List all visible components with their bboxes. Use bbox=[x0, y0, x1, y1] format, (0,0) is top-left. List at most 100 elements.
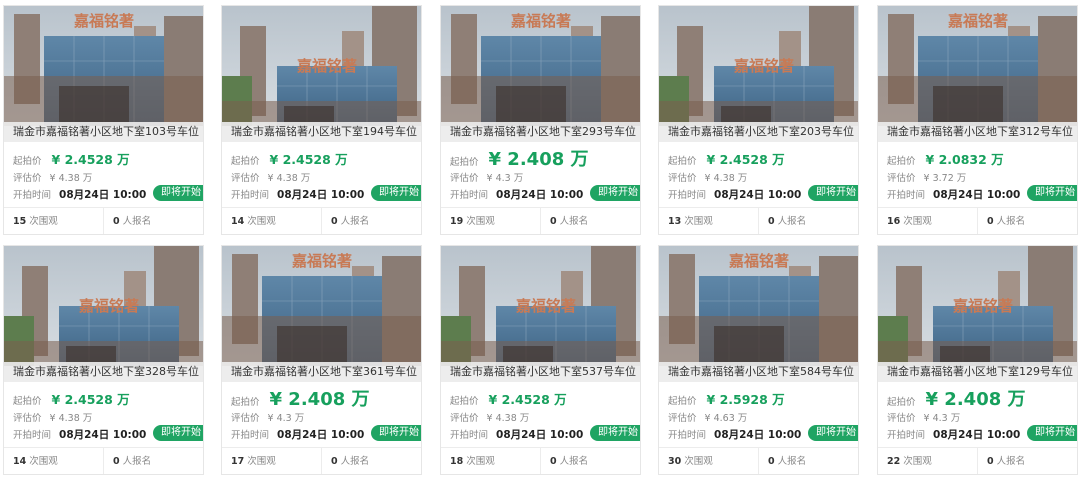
start-price-row: 起拍价 ¥ 2.408 万 bbox=[231, 389, 370, 411]
signup-count-label: 人报名 bbox=[559, 456, 589, 467]
listing-image[interactable]: 嘉福铭著 bbox=[4, 6, 203, 126]
listing-title[interactable]: 瑞金市嘉福铭著小区地下室361号车位 bbox=[222, 362, 421, 382]
listing-image[interactable]: 嘉福铭著 bbox=[441, 6, 640, 126]
start-price-value: ¥ 2.4528 万 bbox=[51, 392, 130, 407]
auction-card[interactable]: 嘉福铭著 瑞金市嘉福铭著小区地下室537号车位 起拍价 ¥ 2.4528 万 评估… bbox=[440, 245, 641, 475]
listing-image[interactable]: 嘉福铭著 bbox=[222, 6, 421, 126]
status-badge: 即将开始 bbox=[590, 185, 640, 201]
building-photo: 嘉福铭著 bbox=[4, 246, 203, 366]
auction-card[interactable]: 嘉福铭著 瑞金市嘉福铭著小区地下室293号车位 起拍价 ¥ 2.408 万 评估价… bbox=[440, 5, 641, 235]
listing-title[interactable]: 瑞金市嘉福铭著小区地下室293号车位 bbox=[441, 122, 640, 142]
eval-price-label: 评估价 bbox=[13, 173, 42, 184]
auction-card[interactable]: 嘉福铭著 瑞金市嘉福铭著小区地下室129号车位 起拍价 ¥ 2.408 万 评估价… bbox=[877, 245, 1078, 475]
auction-card[interactable]: 嘉福铭著 瑞金市嘉福铭著小区地下室361号车位 起拍价 ¥ 2.408 万 评估价… bbox=[221, 245, 422, 475]
start-time-row: 开拍时间 08月24日 10:00 bbox=[231, 187, 364, 203]
view-count: 14 次围观 bbox=[231, 208, 276, 234]
listing-title[interactable]: 瑞金市嘉福铭著小区地下室584号车位 bbox=[659, 362, 858, 382]
start-time-label: 开拍时间 bbox=[450, 190, 489, 201]
auction-card[interactable]: 嘉福铭著 瑞金市嘉福铭著小区地下室194号车位 起拍价 ¥ 2.4528 万 评估… bbox=[221, 5, 422, 235]
signup-count: 0 人报名 bbox=[768, 448, 806, 474]
auction-card[interactable]: 嘉福铭著 瑞金市嘉福铭著小区地下室103号车位 起拍价 ¥ 2.4528 万 评估… bbox=[3, 5, 204, 235]
view-count-number: 14 bbox=[231, 216, 245, 227]
eval-price-label: 评估价 bbox=[13, 413, 42, 424]
listing-image[interactable]: 嘉福铭著 bbox=[878, 6, 1077, 126]
start-time-row: 开拍时间 08月24日 10:00 bbox=[887, 427, 1020, 443]
start-price-value: ¥ 2.5928 万 bbox=[706, 392, 785, 407]
view-count: 30 次围观 bbox=[668, 448, 713, 474]
eval-price-value: ¥ 4.38 万 bbox=[486, 413, 530, 424]
listing-grid: 嘉福铭著 瑞金市嘉福铭著小区地下室103号车位 起拍价 ¥ 2.4528 万 评估… bbox=[3, 5, 1079, 475]
start-time-value: 08月24日 10:00 bbox=[277, 189, 365, 201]
start-time-value: 08月24日 10:00 bbox=[59, 189, 147, 201]
listing-image[interactable]: 嘉福铭著 bbox=[222, 246, 421, 366]
eval-price-row: 评估价 ¥ 4.38 万 bbox=[13, 412, 92, 426]
signup-count-number: 0 bbox=[768, 456, 775, 467]
view-count-number: 22 bbox=[887, 456, 901, 467]
eval-price-label: 评估价 bbox=[450, 413, 479, 424]
start-price-label: 起拍价 bbox=[231, 156, 260, 167]
listing-title[interactable]: 瑞金市嘉福铭著小区地下室537号车位 bbox=[441, 362, 640, 382]
auction-card[interactable]: 嘉福铭著 瑞金市嘉福铭著小区地下室584号车位 起拍价 ¥ 2.5928 万 评估… bbox=[658, 245, 859, 475]
start-price-value: ¥ 2.408 万 bbox=[925, 389, 1026, 410]
card-footer: 30 次围观 0 人报名 bbox=[659, 447, 858, 474]
start-price-row: 起拍价 ¥ 2.0832 万 bbox=[887, 149, 1004, 171]
start-price-row: 起拍价 ¥ 2.4528 万 bbox=[13, 149, 130, 171]
card-footer: 13 次围观 0 人报名 bbox=[659, 207, 858, 234]
view-count-label: 次围观 bbox=[466, 456, 495, 467]
start-price-row: 起拍价 ¥ 2.4528 万 bbox=[668, 149, 785, 171]
listing-image[interactable]: 嘉福铭著 bbox=[4, 246, 203, 366]
listing-image[interactable]: 嘉福铭著 bbox=[659, 246, 858, 366]
signup-count-number: 0 bbox=[113, 216, 120, 227]
listing-title[interactable]: 瑞金市嘉福铭著小区地下室103号车位 bbox=[4, 122, 203, 142]
start-time-label: 开拍时间 bbox=[887, 430, 926, 441]
status-badge: 即将开始 bbox=[590, 425, 640, 441]
start-time-row: 开拍时间 08月24日 10:00 bbox=[231, 427, 364, 443]
footer-divider bbox=[758, 448, 759, 474]
card-footer: 14 次围观 0 人报名 bbox=[4, 447, 203, 474]
building-photo: 嘉福铭著 bbox=[659, 6, 858, 126]
eval-price-row: 评估价 ¥ 4.63 万 bbox=[668, 412, 747, 426]
eval-price-label: 评估价 bbox=[668, 173, 697, 184]
eval-price-value: ¥ 4.38 万 bbox=[267, 173, 311, 184]
start-price-label: 起拍价 bbox=[668, 156, 697, 167]
start-time-value: 08月24日 10:00 bbox=[933, 429, 1021, 441]
listing-image[interactable]: 嘉福铭著 bbox=[659, 6, 858, 126]
start-time-label: 开拍时间 bbox=[13, 190, 52, 201]
start-time-value: 08月24日 10:00 bbox=[59, 429, 147, 441]
start-price-label: 起拍价 bbox=[13, 156, 42, 167]
listing-image[interactable]: 嘉福铭著 bbox=[441, 246, 640, 366]
footer-divider bbox=[977, 208, 978, 234]
status-badge: 即将开始 bbox=[153, 425, 203, 441]
start-time-label: 开拍时间 bbox=[668, 430, 707, 441]
view-count-label: 次围观 bbox=[684, 456, 713, 467]
listing-title[interactable]: 瑞金市嘉福铭著小区地下室129号车位 bbox=[878, 362, 1077, 382]
eval-price-label: 评估价 bbox=[231, 173, 260, 184]
eval-price-label: 评估价 bbox=[231, 413, 260, 424]
signup-count: 0 人报名 bbox=[987, 448, 1025, 474]
card-footer: 18 次围观 0 人报名 bbox=[441, 447, 640, 474]
auction-card[interactable]: 嘉福铭著 瑞金市嘉福铭著小区地下室203号车位 起拍价 ¥ 2.4528 万 评估… bbox=[658, 5, 859, 235]
eval-price-label: 评估价 bbox=[450, 173, 479, 184]
auction-card[interactable]: 嘉福铭著 瑞金市嘉福铭著小区地下室328号车位 起拍价 ¥ 2.4528 万 评估… bbox=[3, 245, 204, 475]
listing-title[interactable]: 瑞金市嘉福铭著小区地下室194号车位 bbox=[222, 122, 421, 142]
eval-price-value: ¥ 4.38 万 bbox=[49, 173, 93, 184]
start-time-label: 开拍时间 bbox=[887, 190, 926, 201]
eval-price-value: ¥ 4.63 万 bbox=[704, 413, 748, 424]
card-footer: 19 次围观 0 人报名 bbox=[441, 207, 640, 234]
building-sign: 嘉福铭著 bbox=[728, 252, 789, 270]
signup-count-number: 0 bbox=[550, 456, 557, 467]
view-count-number: 16 bbox=[887, 216, 901, 227]
listing-title[interactable]: 瑞金市嘉福铭著小区地下室328号车位 bbox=[4, 362, 203, 382]
start-time-row: 开拍时间 08月24日 10:00 bbox=[13, 427, 146, 443]
building-photo: 嘉福铭著 bbox=[441, 246, 640, 366]
building-sign: 嘉福铭著 bbox=[296, 57, 357, 75]
listing-title[interactable]: 瑞金市嘉福铭著小区地下室312号车位 bbox=[878, 122, 1077, 142]
start-time-row: 开拍时间 08月24日 10:00 bbox=[668, 427, 801, 443]
auction-card[interactable]: 嘉福铭著 瑞金市嘉福铭著小区地下室312号车位 起拍价 ¥ 2.0832 万 评估… bbox=[877, 5, 1078, 235]
listing-image[interactable]: 嘉福铭著 bbox=[878, 246, 1077, 366]
listing-title[interactable]: 瑞金市嘉福铭著小区地下室203号车位 bbox=[659, 122, 858, 142]
start-price-row: 起拍价 ¥ 2.4528 万 bbox=[231, 149, 348, 171]
start-price-label: 起拍价 bbox=[668, 396, 697, 407]
eval-price-label: 评估价 bbox=[887, 413, 916, 424]
start-time-label: 开拍时间 bbox=[231, 190, 270, 201]
